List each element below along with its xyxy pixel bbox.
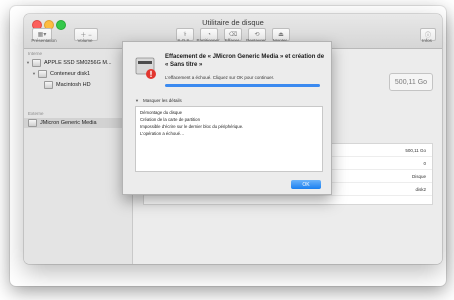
window-title: Utilitaire de disque bbox=[202, 18, 264, 27]
sidebar-item-label: APPLE SSD SM0256G M... bbox=[44, 59, 112, 66]
sidebar-view-icon: ▦▾ bbox=[37, 32, 47, 38]
internal-disk-icon bbox=[32, 58, 41, 67]
sidebar-item-jmicron[interactable]: JMicron Generic Media bbox=[28, 118, 97, 127]
sidebar-item-apple-ssd[interactable]: ▼ APPLE SSD SM0256G M... bbox=[26, 58, 112, 67]
external-section-header: Externe bbox=[28, 111, 44, 116]
volume-icon bbox=[44, 80, 53, 89]
log-line: L'opération a échoué… bbox=[140, 131, 185, 136]
hide-details-toggle[interactable]: ▼ Masquer les détails bbox=[135, 98, 182, 103]
sidebar-item-container-disk1[interactable]: ▼ Conteneur disk1 bbox=[32, 69, 90, 78]
pie-chart-icon: ◔ bbox=[207, 31, 211, 38]
disclosure-triangle-icon: ▼ bbox=[135, 98, 139, 103]
erase-failed-sheet: Effacement de « JMicron Generic Media » … bbox=[122, 41, 332, 195]
eraser-icon: ⌫ bbox=[228, 32, 238, 38]
eject-icon: ⏏ bbox=[278, 32, 284, 38]
log-line: Démontage du disque bbox=[140, 110, 183, 115]
details-log[interactable]: Démontage du disque Création de la carte… bbox=[135, 106, 323, 172]
restore-icon: ⟲ bbox=[254, 32, 260, 38]
info-label: Infos bbox=[422, 38, 432, 43]
disk-warning-icon bbox=[135, 57, 156, 79]
disk-size-badge: 500,11 Go bbox=[389, 73, 433, 91]
presentation-label: Présentation bbox=[31, 38, 57, 43]
internal-section-header: Interne bbox=[28, 51, 43, 56]
info-value: 500,11 Go bbox=[405, 148, 426, 153]
log-line: Impossible d'écrire sur le dernier bloc … bbox=[140, 124, 244, 129]
info-value: Disque bbox=[411, 174, 426, 179]
sidebar-item-label: JMicron Generic Media bbox=[40, 119, 97, 126]
sheet-status: L'effacement a échoué. Cliquez sur OK po… bbox=[165, 75, 275, 80]
container-icon bbox=[38, 69, 47, 78]
sidebar: Interne ▼ APPLE SSD SM0256G M... ▼ Conte… bbox=[24, 49, 133, 264]
progress-fill bbox=[165, 84, 320, 87]
ok-button[interactable]: OK bbox=[291, 180, 321, 189]
external-disk-icon bbox=[28, 118, 37, 127]
sidebar-item-macintosh-hd[interactable]: Macintosh HD bbox=[44, 80, 91, 89]
sidebar-item-label: Macintosh HD bbox=[56, 81, 91, 88]
details-toggle-label: Masquer les détails bbox=[142, 98, 182, 103]
stethoscope-icon: ⚕ bbox=[183, 32, 187, 38]
info-value: 0 bbox=[423, 161, 426, 166]
log-line: Création de la carte de partition bbox=[140, 117, 200, 122]
progress-bar bbox=[165, 84, 320, 87]
sidebar-item-label: Conteneur disk1 bbox=[50, 70, 91, 77]
sheet-title: Effacement de « JMicron Generic Media » … bbox=[165, 54, 325, 69]
volume-label: Volume bbox=[77, 38, 93, 43]
info-value: disk2 bbox=[415, 187, 426, 192]
